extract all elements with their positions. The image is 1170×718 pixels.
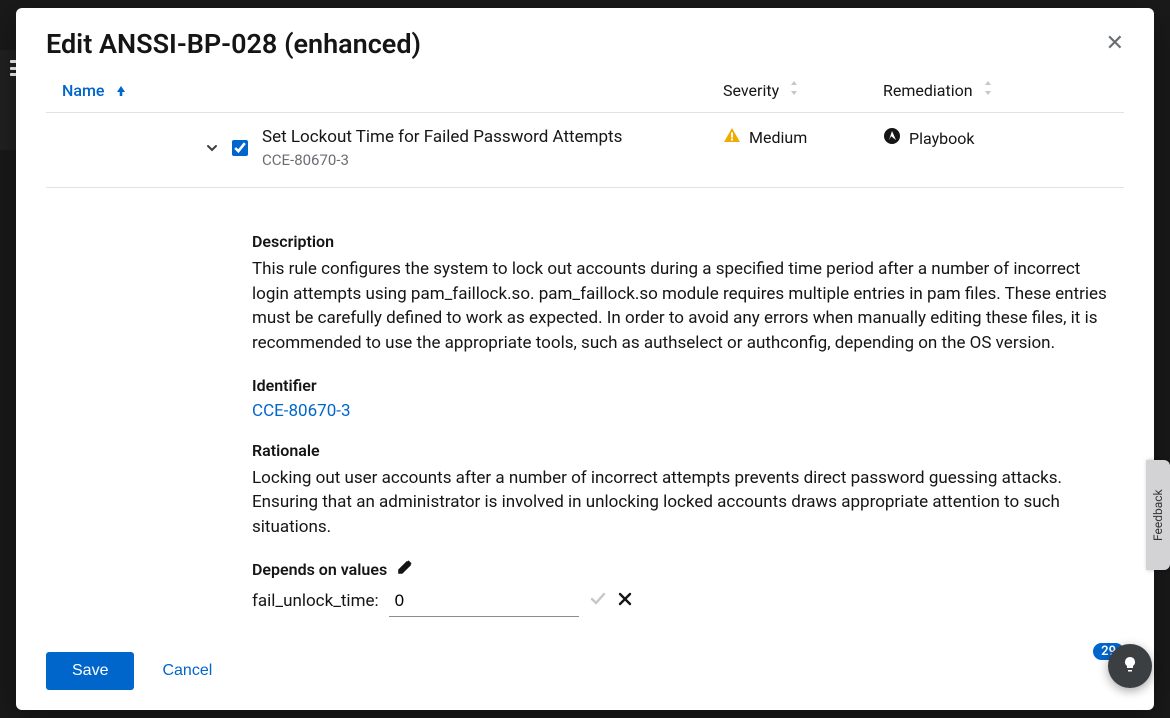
cancel-button[interactable]: Cancel	[162, 662, 212, 680]
close-icon[interactable]: ✕	[1106, 33, 1124, 55]
modal-title: Edit ANSSI-BP-028 (enhanced)	[46, 28, 421, 60]
modal-header: Edit ANSSI-BP-028 (enhanced) ✕	[16, 8, 1154, 72]
remediation-text: Playbook	[909, 129, 974, 148]
helper-bubble[interactable]	[1108, 644, 1152, 688]
rule-title: Set Lockout Time for Failed Password Att…	[262, 127, 622, 147]
rule-id: CCE-80670-3	[262, 151, 622, 169]
value-key: fail_unlock_time:	[252, 591, 379, 611]
rule-title-block: Set Lockout Time for Failed Password Att…	[262, 127, 622, 169]
column-header-name[interactable]: Name	[62, 81, 104, 100]
table-header-row: Name Severity Remediation	[46, 72, 1124, 113]
depends-label: Depends on values	[252, 560, 387, 579]
ansible-icon	[883, 127, 901, 149]
pencil-icon[interactable]	[397, 559, 413, 579]
remediation-badge: Playbook	[883, 127, 974, 149]
warning-triangle-icon	[723, 127, 741, 147]
rule-checkbox[interactable]	[232, 140, 248, 156]
chevron-down-icon[interactable]	[206, 139, 218, 158]
identifier-link[interactable]: CCE-80670-3	[252, 401, 351, 421]
severity-badge: Medium	[723, 127, 807, 147]
sort-asc-icon[interactable]	[116, 83, 126, 97]
sort-icon[interactable]	[789, 80, 799, 100]
column-header-severity[interactable]: Severity	[723, 81, 779, 100]
x-icon[interactable]	[617, 591, 633, 611]
rule-details-panel: Description This rule configures the sys…	[46, 188, 1124, 638]
identifier-label: Identifier	[252, 376, 1114, 395]
check-icon[interactable]	[589, 590, 607, 612]
rationale-label: Rationale	[252, 441, 1114, 460]
edit-profile-modal: Edit ANSSI-BP-028 (enhanced) ✕ Name Seve…	[16, 8, 1154, 710]
value-editor-row: fail_unlock_time:	[252, 585, 1114, 617]
rule-row: Set Lockout Time for Failed Password Att…	[46, 113, 1124, 188]
severity-text: Medium	[749, 128, 807, 147]
save-button[interactable]: Save	[46, 652, 134, 690]
description-text: This rule configures the system to lock …	[252, 257, 1112, 356]
feedback-tab[interactable]: Feedback	[1146, 460, 1170, 570]
sort-icon[interactable]	[983, 80, 993, 100]
rationale-text: Locking out user accounts after a number…	[252, 466, 1112, 540]
column-header-remediation[interactable]: Remediation	[883, 81, 973, 100]
description-label: Description	[252, 232, 1114, 251]
value-input[interactable]	[389, 585, 579, 617]
lightbulb-icon	[1120, 654, 1140, 678]
modal-footer: Save Cancel	[16, 638, 1154, 710]
